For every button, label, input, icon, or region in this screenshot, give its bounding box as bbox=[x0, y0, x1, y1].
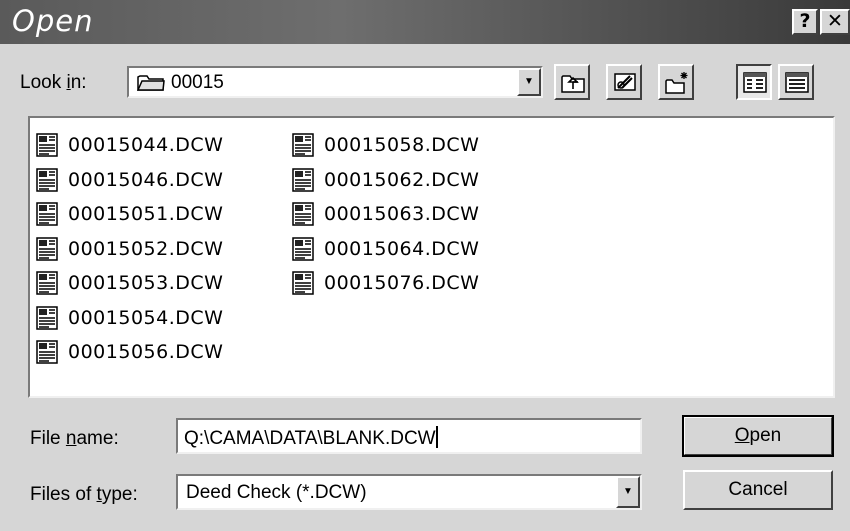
document-icon bbox=[36, 306, 58, 330]
up-one-level-button[interactable] bbox=[554, 64, 590, 100]
desktop-icon bbox=[614, 73, 636, 91]
chevron-down-icon[interactable]: ▼ bbox=[616, 476, 640, 508]
file-item[interactable]: 00015063.DCW bbox=[292, 197, 479, 232]
cancel-button[interactable]: Cancel bbox=[683, 470, 833, 510]
open-dialog: Open ? ✕ Look in: 00015 ▼ 00015044.DCW 0… bbox=[0, 0, 850, 531]
document-icon bbox=[292, 168, 314, 192]
file-name: 00015054.DCW bbox=[68, 306, 224, 329]
dialog-title: Open bbox=[12, 4, 94, 38]
file-name: 00015076.DCW bbox=[324, 272, 480, 295]
help-button[interactable]: ? bbox=[792, 9, 818, 35]
file-item[interactable]: 00015052.DCW bbox=[36, 232, 223, 267]
list-view-icon bbox=[743, 72, 767, 93]
document-icon bbox=[292, 202, 314, 226]
look-in-label: Look in: bbox=[20, 72, 87, 93]
document-icon bbox=[36, 202, 58, 226]
file-name: 00015044.DCW bbox=[68, 134, 224, 157]
document-icon bbox=[292, 133, 314, 157]
file-item[interactable]: 00015058.DCW bbox=[292, 128, 479, 163]
file-name: 00015046.DCW bbox=[68, 168, 224, 191]
files-of-type-label: Files of type: bbox=[30, 484, 138, 505]
file-name: 00015062.DCW bbox=[324, 168, 480, 191]
new-folder-button[interactable] bbox=[658, 64, 694, 100]
details-view-icon bbox=[785, 72, 809, 93]
document-icon bbox=[36, 133, 58, 157]
close-button[interactable]: ✕ bbox=[820, 9, 850, 35]
document-icon bbox=[36, 237, 58, 261]
file-name: 00015058.DCW bbox=[324, 134, 480, 157]
up-one-level-icon bbox=[561, 75, 585, 93]
file-column-1: 00015044.DCW 00015046.DCW 00015051.DCW 0001… bbox=[36, 128, 223, 370]
look-in-value: 00015 bbox=[171, 72, 224, 93]
document-icon bbox=[36, 271, 58, 295]
folder-icon bbox=[137, 75, 165, 91]
files-of-type-dropdown[interactable]: Deed Check (*.DCW) ▼ bbox=[176, 474, 642, 510]
file-name: 00015053.DCW bbox=[68, 272, 224, 295]
document-icon bbox=[292, 237, 314, 261]
chevron-down-icon[interactable]: ▼ bbox=[517, 68, 541, 96]
document-icon bbox=[36, 168, 58, 192]
details-view-button[interactable] bbox=[778, 64, 814, 100]
desktop-button[interactable] bbox=[606, 64, 642, 100]
file-name: 00015051.DCW bbox=[68, 203, 224, 226]
file-name: 00015052.DCW bbox=[68, 237, 224, 260]
file-list[interactable]: 00015044.DCW 00015046.DCW 00015051.DCW 0001… bbox=[28, 116, 835, 398]
file-item[interactable]: 00015064.DCW bbox=[292, 232, 479, 267]
file-item[interactable]: 00015051.DCW bbox=[36, 197, 223, 232]
look-in-dropdown[interactable]: 00015 ▼ bbox=[127, 66, 543, 98]
file-item[interactable]: 00015076.DCW bbox=[292, 266, 479, 301]
open-button[interactable]: Open bbox=[682, 415, 834, 457]
list-view-button[interactable] bbox=[736, 64, 772, 100]
file-name: 00015056.DCW bbox=[68, 341, 224, 364]
file-item[interactable]: 00015062.DCW bbox=[292, 163, 479, 198]
document-icon bbox=[36, 340, 58, 364]
file-name-input[interactable]: Q:\CAMA\DATA\BLANK.DCW bbox=[176, 418, 642, 454]
files-of-type-value: Deed Check (*.DCW) bbox=[186, 482, 367, 503]
file-name-label: File name: bbox=[30, 428, 119, 449]
file-item[interactable]: 00015053.DCW bbox=[36, 266, 223, 301]
file-item[interactable]: 00015044.DCW bbox=[36, 128, 223, 163]
file-item[interactable]: 00015046.DCW bbox=[36, 163, 223, 198]
file-item[interactable]: 00015054.DCW bbox=[36, 301, 223, 336]
file-name: 00015064.DCW bbox=[324, 237, 480, 260]
file-name: 00015063.DCW bbox=[324, 203, 480, 226]
file-column-2: 00015058.DCW 00015062.DCW 00015063.DCW 0001… bbox=[292, 128, 479, 301]
document-icon bbox=[292, 271, 314, 295]
new-folder-icon bbox=[665, 72, 688, 94]
title-bar[interactable]: Open ? ✕ bbox=[0, 0, 850, 44]
file-item[interactable]: 00015056.DCW bbox=[36, 335, 223, 370]
